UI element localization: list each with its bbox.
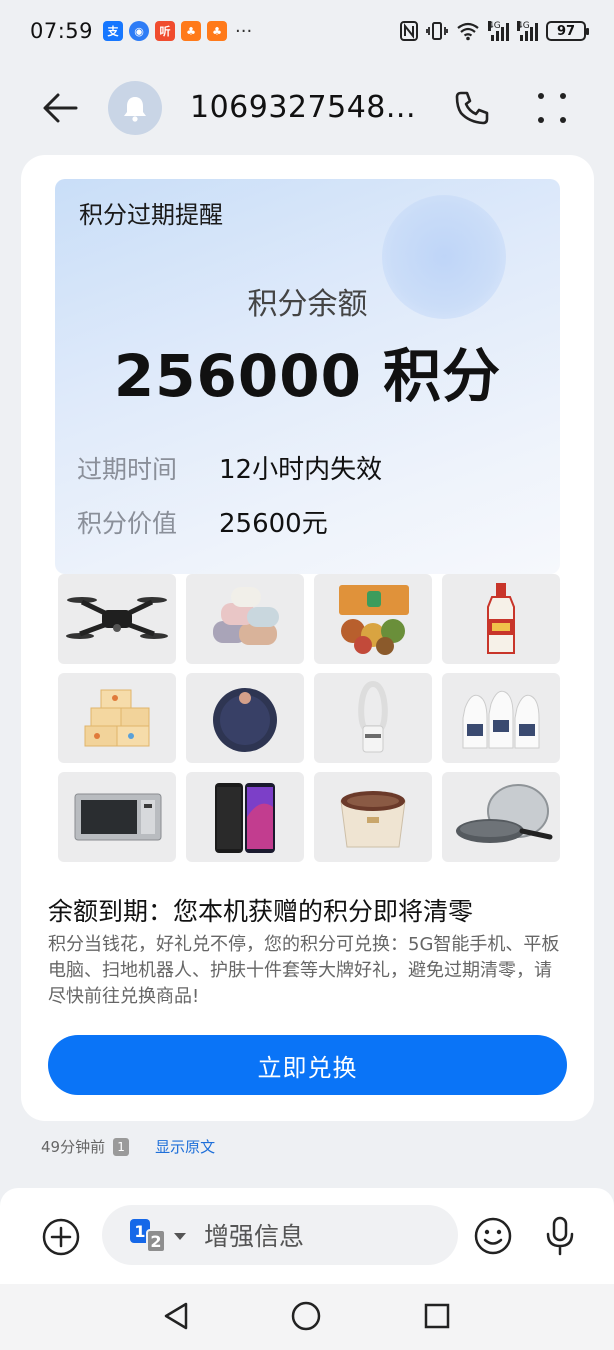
nav-home-button[interactable] (290, 1300, 322, 1332)
smiley-icon (474, 1217, 512, 1255)
vibrate-icon (426, 22, 448, 40)
robot-vacuum-icon (213, 688, 277, 752)
bell-icon (124, 97, 146, 122)
expiry-key: 过期时间 (77, 455, 178, 484)
product-detergent-bottles[interactable] (442, 673, 560, 763)
square-recents-icon (424, 1303, 450, 1329)
call-button[interactable] (452, 88, 492, 128)
tissue-boxes-icon (84, 689, 150, 747)
input-placeholder: 增强信息 (204, 1222, 305, 1251)
triangle-back-icon (164, 1302, 188, 1330)
product-snack-gift-box[interactable] (314, 574, 432, 664)
wifi-icon (457, 22, 479, 41)
sim-switch-button[interactable]: 1 2 (130, 1219, 186, 1253)
more-vertical-icon (538, 93, 566, 123)
status-time: 07:59 (30, 19, 94, 43)
avatar[interactable] (108, 81, 162, 135)
back-button[interactable] (40, 90, 80, 126)
network-type-1: 4G (488, 21, 501, 31)
more-notifications-icon: ··· (235, 20, 253, 42)
add-attachment-button[interactable] (41, 1217, 81, 1257)
system-status: 4G 4G 97 (400, 21, 589, 41)
emoji-button[interactable] (473, 1216, 513, 1256)
notification-icons: 支 ◉ 听 ♣ ♣ ··· (103, 21, 252, 42)
conversation-header: 1069327548... (0, 62, 614, 154)
signal-strength-1-icon: 4G (488, 21, 509, 41)
microphone-icon (546, 1216, 574, 1256)
product-liquor-bottle[interactable] (442, 574, 560, 664)
drone-icon (66, 597, 168, 639)
redeem-button[interactable]: 立即兑换 (48, 1035, 567, 1095)
banner-title: 积分过期提醒 (79, 201, 223, 229)
foot-spa-icon (340, 791, 406, 848)
nav-back-button[interactable] (160, 1300, 192, 1332)
sim2-icon: 2 (146, 1229, 166, 1253)
product-foot-spa-basin[interactable] (314, 772, 432, 862)
message-headline: 余额到期：您本机获赠的积分即将清零 (48, 897, 474, 926)
circle-home-icon (291, 1301, 321, 1331)
listen-app-icon: 听 (155, 21, 176, 41)
nfc-icon (400, 21, 418, 41)
product-tissue-boxes[interactable] (58, 673, 176, 763)
product-microwave-oven[interactable] (58, 772, 176, 862)
battery-icon: 97 (546, 21, 589, 41)
show-original-link[interactable]: 显示原文 (155, 1136, 215, 1157)
points-banner: 积分过期提醒 积分余额 256000 积分 过期时间 12小时内失效 积分价值 … (55, 179, 560, 574)
phone-icon (455, 91, 489, 125)
balance-value: 256000 积分 (113, 342, 502, 410)
message-meta: 49分钟前 1 显示原文 (41, 1136, 215, 1157)
product-wok-pan[interactable] (442, 772, 560, 862)
message-time: 49分钟前 (41, 1138, 106, 1156)
product-robot-vacuum[interactable] (186, 673, 304, 763)
compose-bar: 1 2 增强信息 (0, 1188, 614, 1284)
signal-strength-2-icon: 4G (517, 21, 538, 41)
alipay-icon: 支 (103, 21, 124, 41)
message-card[interactable]: 积分过期提醒 积分余额 256000 积分 过期时间 12小时内失效 积分价值 … (21, 155, 594, 1121)
arrow-left-icon (43, 93, 78, 123)
value-value: 25600元 (219, 509, 328, 539)
liquor-bottle-icon (487, 583, 515, 654)
network-type-2: 4G (517, 21, 530, 31)
message-body: 积分当钱花，好礼兑不停，您的积分可兑换：5G智能手机、平板电脑、扫地机器人、护肤… (48, 934, 560, 1007)
status-bar: 07:59 支 ◉ 听 ♣ ♣ ··· 4G 4G 97 (0, 0, 614, 62)
browser-icon: ◉ (129, 21, 150, 41)
product-towels[interactable] (186, 574, 304, 664)
bladeless-fan-icon (358, 680, 388, 753)
product-smartphone[interactable] (186, 772, 304, 862)
voice-input-button[interactable] (543, 1215, 577, 1257)
detergent-bottles-icon (462, 690, 540, 749)
message-input[interactable]: 1 2 增强信息 (102, 1205, 458, 1265)
snack-box-icon (339, 585, 409, 655)
expiry-row: 过期时间 12小时内失效 (77, 449, 382, 486)
balance-label: 积分余额 (247, 287, 368, 322)
game-app-icon-2: ♣ (207, 21, 228, 41)
sim-card-icon: 1 (113, 1137, 130, 1156)
smartphone-icon (215, 783, 275, 853)
microwave-icon (74, 793, 162, 841)
game-app-icon: ♣ (181, 21, 202, 41)
value-row: 积分价值 25600元 (77, 503, 328, 540)
more-button[interactable] (534, 90, 570, 126)
system-nav-bar (0, 1284, 614, 1350)
plus-circle-icon (42, 1218, 80, 1256)
contact-name: 1069327548... (190, 90, 416, 125)
wok-pan-icon (456, 784, 553, 843)
towels-icon (213, 587, 279, 645)
product-bladeless-fan[interactable] (314, 673, 432, 763)
expiry-value: 12小时内失效 (219, 455, 383, 485)
chevron-down-icon (174, 1233, 186, 1240)
product-drone[interactable] (58, 574, 176, 664)
value-key: 积分价值 (77, 509, 178, 538)
nav-recents-button[interactable] (423, 1302, 451, 1330)
product-grid (58, 574, 560, 862)
